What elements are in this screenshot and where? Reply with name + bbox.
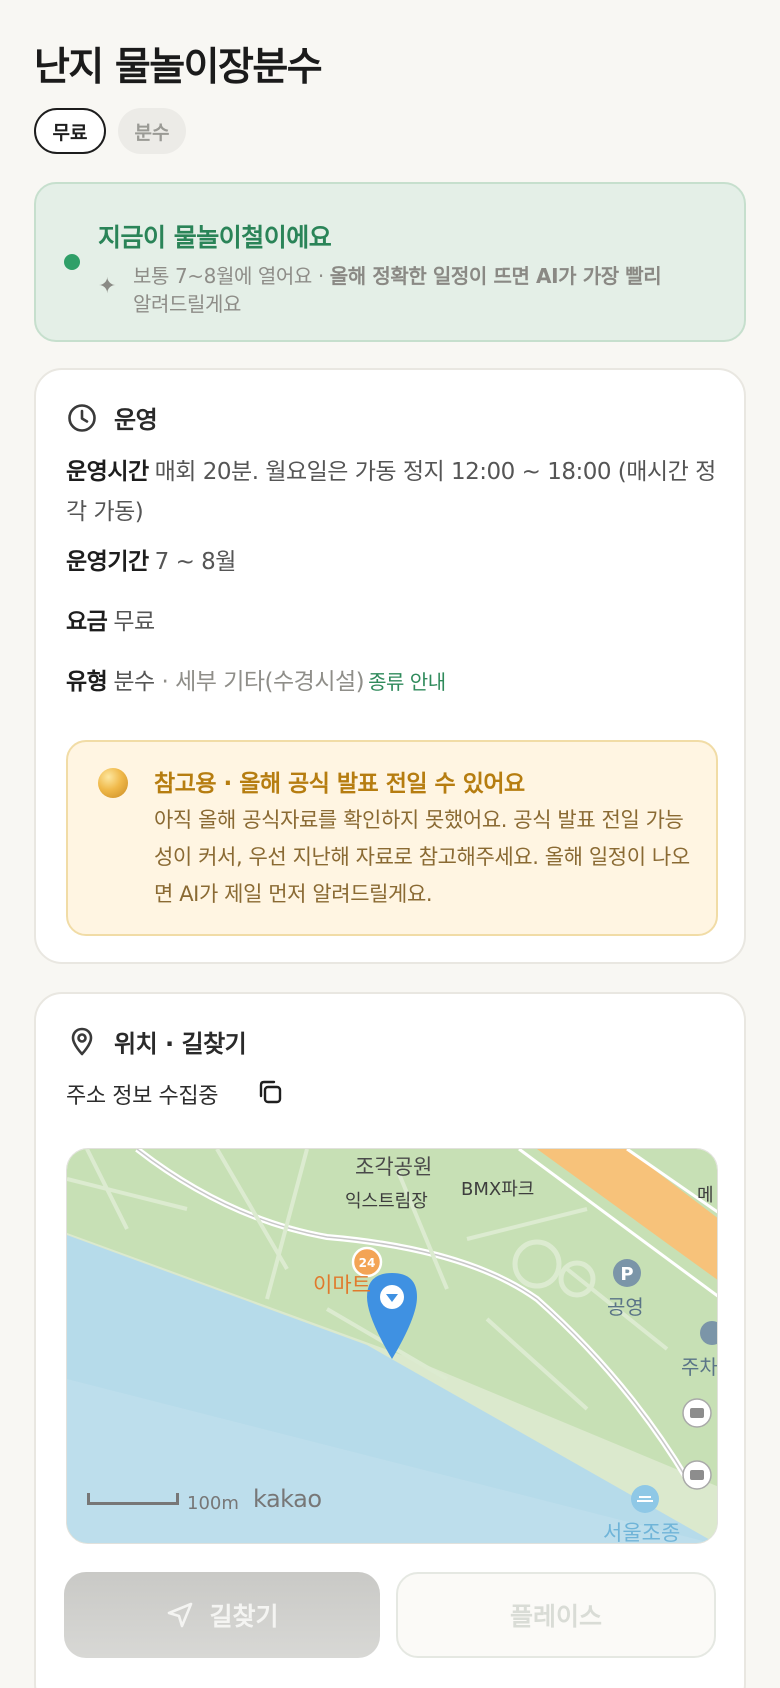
notice-text: 아직 올해 공식자료를 확인하지 못했어요. 공식 발표 전일 가능성이 커서,… (154, 808, 690, 906)
season-text-normal: 보통 7~8월에 열어요 · (133, 264, 330, 288)
navigation-arrow-icon (168, 1602, 193, 1628)
map-scale-bar (87, 1493, 179, 1505)
page-title: 난지 물놀이장분수 (34, 45, 323, 90)
operation-period-row: 운영기간 7 ~ 8월 (66, 542, 716, 582)
fee-value: 무료 (113, 609, 155, 635)
map-scale-label: 100m (187, 1493, 239, 1514)
season-title: 지금이 물놀이철이에요 (98, 223, 332, 252)
map-label-park: 조각공원 (355, 1155, 433, 1179)
reference-notice: 참고용 · 올해 공식 발표 전일 수 있어요 아직 올해 공식자료를 확인하지… (66, 740, 718, 936)
chip-free[interactable]: 무료 (34, 108, 106, 154)
map-pin-icon (71, 1027, 93, 1056)
type-value: 분수 (113, 669, 155, 695)
chip-type[interactable]: 분수 (118, 108, 186, 154)
fee-label: 요금 (66, 609, 108, 635)
clock-icon (68, 404, 96, 432)
copy-icon[interactable] (256, 1078, 284, 1106)
map-label-seoul: 서울조종 (603, 1521, 681, 1544)
emart-symbol: 24 (359, 1256, 376, 1270)
location-section-title: 위치 · 길찾기 (114, 1030, 247, 1058)
period-value: 7 ~ 8월 (154, 549, 237, 575)
season-text: 보통 7~8월에 열어요 · 올해 정확한 일정이 뜨면 AI가 가장 빨리 알… (133, 262, 723, 318)
hours-value: 매회 20분. 월요일은 가동 정지 12:00 ~ 18:00 (매시간 정각… (66, 459, 716, 525)
map-brand: kakao (253, 1485, 322, 1513)
parking-symbol: P (620, 1264, 633, 1285)
operation-hours-row: 운영시간 매회 20분. 월요일은 가동 정지 12:00 ~ 18:00 (매시… (66, 452, 716, 532)
map-label-me: 메 (697, 1185, 714, 1206)
map-label-extreme: 익스트림장 (345, 1191, 428, 1212)
operation-card: 운영 운영시간 매회 20분. 월요일은 가동 정지 12:00 ~ 18:00 … (34, 368, 746, 964)
season-banner: 지금이 물놀이철이에요 ✦ 보통 7~8월에 열어요 · 올해 정확한 일정이 … (34, 182, 746, 342)
hours-label: 운영시간 (66, 459, 149, 485)
period-label: 운영기간 (66, 549, 149, 575)
places-button[interactable]: 플레이스 (396, 1572, 716, 1658)
season-text-emphasis: 올해 정확한 일정이 뜨면 AI가 가장 빨리 (329, 264, 662, 288)
fee-row: 요금 무료 (66, 602, 716, 642)
operation-section-title: 운영 (114, 406, 158, 434)
coin-icon (98, 768, 128, 798)
map-label-ju: 주차 (681, 1355, 718, 1379)
sparkle-icon: ✦ (98, 274, 117, 299)
page: 난지 물놀이장분수 무료 분수 지금이 물놀이철이에요 ✦ 보통 7~8월에 열… (0, 0, 780, 1688)
status-dot-icon (64, 254, 80, 270)
notice-title: 참고용 · 올해 공식 발표 전일 수 있어요 (154, 771, 525, 797)
map-label-parking: 공영 (607, 1295, 644, 1319)
season-text-tail: 알려드릴게요 (133, 292, 241, 316)
map-label-bmx: BMX파크 (461, 1179, 535, 1200)
type-label: 유형 (66, 669, 108, 695)
type-detail: · 세부 기타(수경시설) (154, 669, 365, 695)
map-label-emart: 이마트 (313, 1273, 371, 1297)
location-map[interactable]: 24 P 조각공원 익스트림장 BMX파크 메 이마트 공영 주차 서울조종 1… (66, 1148, 718, 1544)
route-button-label: 길찾기 (209, 1602, 279, 1631)
type-guide-link[interactable]: 종류 안내 (368, 670, 446, 694)
type-row: 유형 분수 · 세부 기타(수경시설) 종류 안내 (66, 662, 716, 702)
address-text: 주소 정보 수집중 (66, 1084, 219, 1109)
route-button[interactable]: 길찾기 (64, 1572, 380, 1658)
